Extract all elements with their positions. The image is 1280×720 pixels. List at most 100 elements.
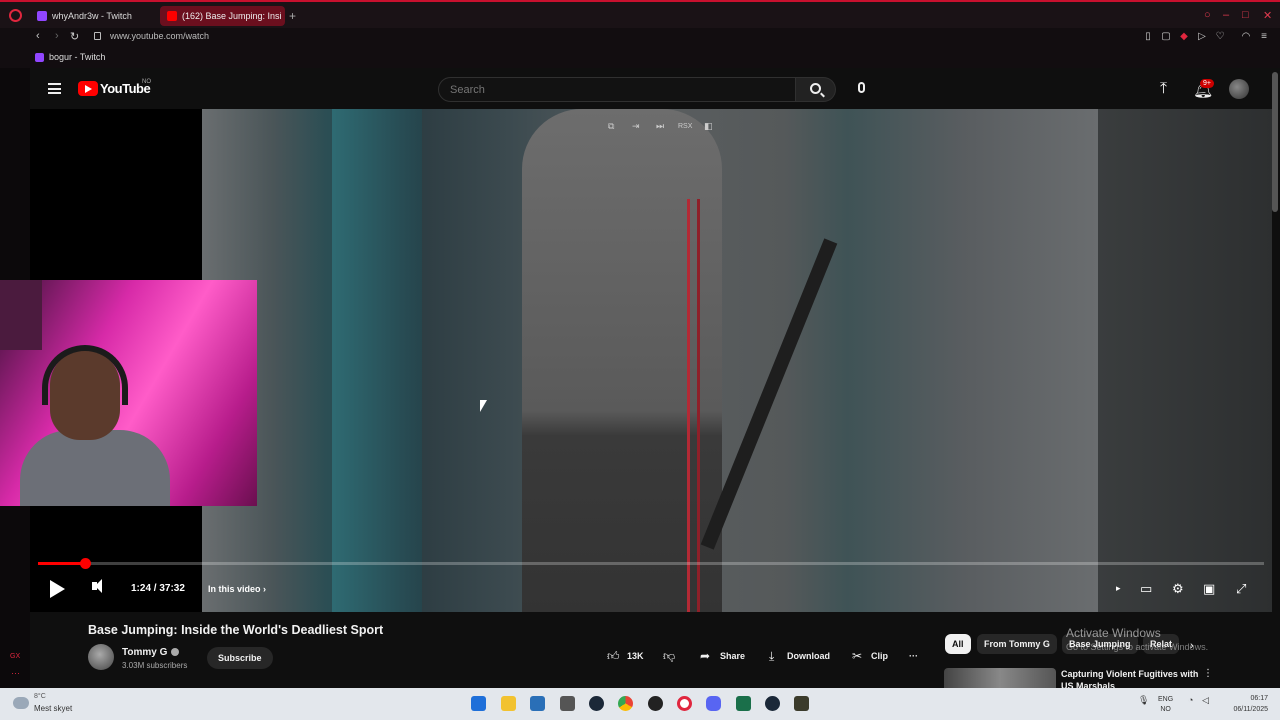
cloud-icon[interactable] — [13, 697, 29, 709]
skip-icon[interactable]: ⏭ — [656, 121, 664, 132]
download-button[interactable]: Download — [787, 651, 830, 661]
like-count[interactable]: 13K — [627, 651, 644, 661]
chapter-button[interactable]: In this video › — [208, 584, 266, 594]
theater-icon[interactable]: ◧ — [704, 121, 713, 132]
download-icon[interactable]: ⤓ — [769, 649, 774, 664]
opera-gx-icon[interactable] — [677, 696, 692, 711]
tab-twitch[interactable]: whyAndr3w - Twitch — [30, 6, 155, 26]
bookmark-item[interactable]: bogur - Twitch — [35, 52, 105, 62]
heart-icon[interactable]: ♡ — [1214, 31, 1226, 43]
progress-knob[interactable] — [79, 558, 91, 569]
new-tab-button[interactable]: + — [289, 9, 296, 23]
chrome-icon[interactable] — [618, 696, 633, 711]
rsx-label[interactable]: RSX — [678, 123, 692, 130]
upload-icon[interactable]: ⤒ — [1160, 80, 1167, 98]
weather-temp[interactable]: 8°C — [34, 693, 46, 700]
dislike-icon[interactable]: 👎︎ — [663, 649, 675, 664]
tab-label: (162) Base Jumping: Insi — [182, 11, 282, 21]
video-person — [522, 109, 722, 612]
language-indicator[interactable]: ENG NO — [1158, 695, 1173, 715]
captions-icon[interactable]: ▭ — [1140, 581, 1152, 597]
recommendation-menu-icon[interactable]: ⋮ — [1203, 668, 1213, 679]
video-rope — [697, 199, 700, 612]
search-input[interactable] — [438, 77, 796, 102]
bookmark-label: bogur - Twitch — [49, 52, 106, 62]
opera-logo-icon[interactable] — [9, 9, 22, 22]
webcam-overlay — [0, 280, 257, 506]
address-bar: ‹ › ↻ www.youtube.com/watch ▯ ▢ ◆ ▷ ♡ ◠ … — [0, 28, 1280, 48]
chip-from-channel[interactable]: From Tommy G — [977, 634, 1057, 654]
player-icon[interactable]: ▷ — [1196, 31, 1208, 43]
video-title: Base Jumping: Inside the World's Deadlie… — [88, 623, 384, 637]
tab-youtube[interactable]: (162) Base Jumping: Insi — [160, 6, 285, 26]
recommendation-thumbnail[interactable] — [944, 668, 1056, 688]
share-button[interactable]: Share — [720, 651, 745, 661]
speaker-icon[interactable]: ◁ — [1202, 695, 1209, 706]
steam-icon[interactable] — [589, 696, 604, 711]
maximize-icon[interactable]: □ — [1242, 9, 1249, 21]
more-actions-button[interactable]: ··· — [909, 651, 918, 661]
page-scrollbar[interactable] — [1272, 72, 1278, 212]
chip-all[interactable]: All — [945, 634, 971, 654]
snapshot-icon[interactable]: ▢ — [1160, 31, 1172, 43]
search-button[interactable] — [796, 77, 836, 102]
settings-gear-icon[interactable]: ⚙ — [1172, 581, 1184, 597]
autoplay-icon[interactable]: ▸ — [1116, 583, 1121, 594]
back-icon[interactable]: ‹ — [36, 30, 40, 42]
progress-bar[interactable] — [38, 558, 1264, 569]
github-icon[interactable] — [648, 696, 663, 711]
wifi-icon[interactable]: ◔ — [1188, 695, 1193, 705]
start-windows-icon[interactable] — [471, 696, 486, 711]
forward-icon[interactable]: › — [55, 30, 59, 42]
game-icon[interactable] — [794, 696, 809, 711]
system-clock[interactable]: 06:17 06/11/2025 — [1222, 693, 1268, 715]
search-tabs-icon[interactable]: ○ — [1204, 9, 1211, 21]
steam-icon[interactable] — [765, 696, 780, 711]
play-icon[interactable] — [50, 580, 65, 598]
clock-date: 06/11/2025 — [1233, 706, 1268, 713]
video-pillar — [332, 109, 422, 612]
browser-window: whyAndr3w - Twitch (162) Base Jumping: I… — [0, 0, 1280, 691]
account-avatar[interactable] — [1229, 79, 1249, 99]
exit-icon[interactable]: ⇥ — [632, 121, 640, 132]
clip-icon[interactable]: ✂ — [852, 649, 862, 663]
vpn-shield-icon[interactable]: ◆ — [1178, 31, 1190, 43]
windows-taskbar: 8°C Mest skyet 🎙︎ ENG NO ◔ ◁ 06:17 06/11/… — [0, 688, 1280, 720]
app-icon[interactable] — [736, 696, 751, 711]
like-icon[interactable]: 👍︎ — [607, 649, 620, 664]
hamburger-menu-icon[interactable] — [48, 83, 61, 94]
clip-button[interactable]: Clip — [871, 651, 888, 661]
minimize-icon[interactable]: – — [1223, 9, 1229, 21]
subscribe-button[interactable]: Subscribe — [207, 647, 273, 669]
app-icon[interactable] — [560, 696, 575, 711]
url-field[interactable]: www.youtube.com/watch — [110, 31, 209, 41]
profile-icon[interactable]: ◠ — [1240, 31, 1252, 43]
mic-tray-icon[interactable]: 🎙︎ — [1138, 695, 1149, 706]
weather-desc[interactable]: Mest skyet — [34, 704, 72, 713]
verified-check-icon — [171, 648, 179, 656]
tab-bar: whyAndr3w - Twitch (162) Base Jumping: I… — [0, 0, 1280, 28]
menu-icon[interactable]: ≡ — [1258, 31, 1270, 43]
volume-icon[interactable] — [92, 579, 102, 593]
bookmark-icon[interactable]: ▯ — [1142, 31, 1154, 43]
miniplayer-icon[interactable]: ▣ — [1203, 581, 1215, 597]
channel-avatar[interactable] — [88, 644, 114, 670]
gx-label[interactable]: GX — [10, 653, 20, 660]
tab-label: whyAndr3w - Twitch — [52, 11, 132, 21]
search-icon — [810, 83, 821, 94]
youtube-logo-icon[interactable] — [78, 81, 98, 96]
channel-name[interactable]: Tommy G — [122, 647, 167, 658]
country-code: NO — [142, 79, 151, 85]
microphone-icon[interactable] — [858, 82, 865, 93]
twitch-favicon-icon — [37, 11, 47, 21]
video-frame — [202, 109, 1098, 612]
file-explorer-icon[interactable] — [501, 696, 516, 711]
popout-icon[interactable]: ⧉ — [608, 121, 614, 132]
store-icon[interactable] — [530, 696, 545, 711]
discord-icon[interactable] — [706, 696, 721, 711]
close-icon[interactable]: ✕ — [1263, 9, 1272, 22]
reload-icon[interactable]: ↻ — [70, 30, 79, 43]
sidebar-more-icon[interactable]: ··· — [11, 668, 20, 678]
fullscreen-icon[interactable]: ⤢ — [1236, 581, 1246, 597]
share-icon[interactable]: ➦ — [700, 649, 710, 663]
